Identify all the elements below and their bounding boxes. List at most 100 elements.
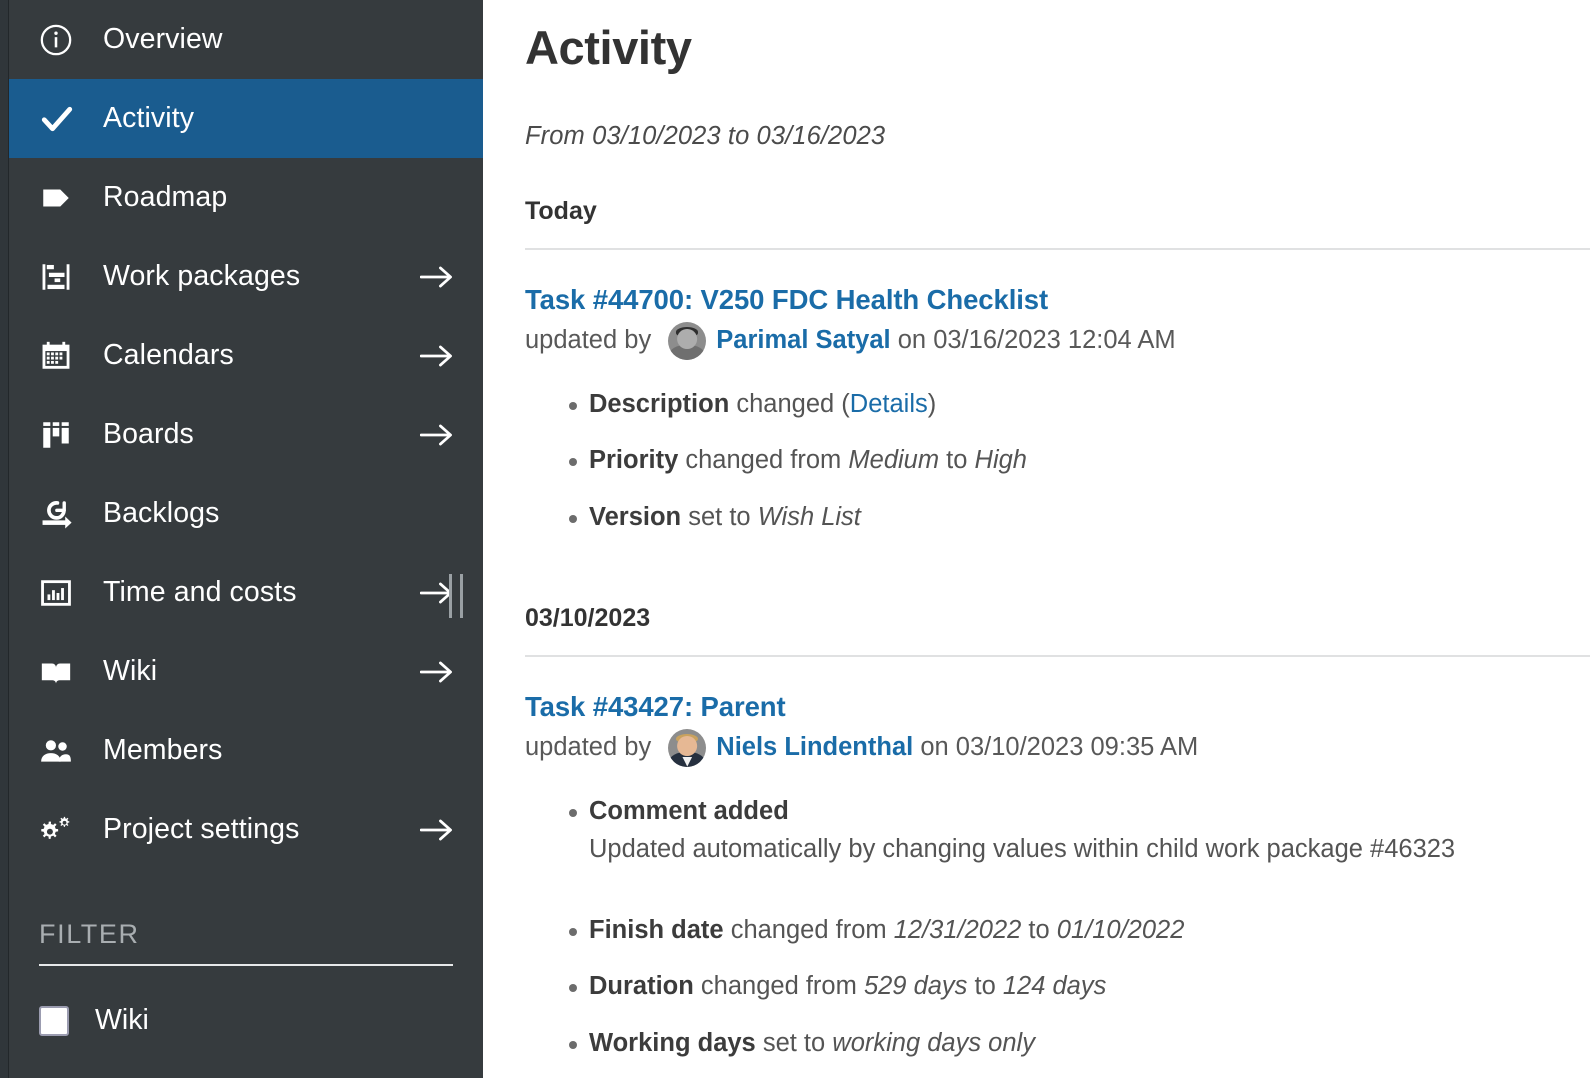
work-package-link[interactable]: Task #43427: Parent [525, 691, 786, 723]
gears-icon [39, 813, 79, 847]
change-value-to: 01/10/2022 [1057, 916, 1185, 944]
change-value-from: 12/31/2022 [894, 916, 1022, 944]
change-item: Finish date changed from 12/31/2022 to 0… [525, 914, 1590, 971]
entry-meta: updated by Parimal Satyal on 03/16/2023 … [525, 316, 1590, 360]
global-sidebar-strip [0, 0, 9, 1078]
author-link[interactable]: Niels Lindenthal [716, 732, 913, 763]
sidebar-item-overview[interactable]: Overview [9, 0, 483, 79]
sidebar-item-label: Roadmap [79, 181, 419, 214]
change-value-to: High [975, 446, 1027, 474]
sidebar-item-label: Overview [79, 23, 419, 56]
filter-option-wiki[interactable]: Wiki [39, 1004, 453, 1037]
filter-heading: FILTER [39, 919, 453, 964]
arrow-right-icon[interactable] [419, 343, 455, 369]
sidebar-resize-handle[interactable] [449, 574, 463, 618]
sidebar-item-label: Calendars [79, 339, 419, 372]
calendar-icon [39, 339, 79, 373]
avatar [668, 729, 706, 767]
sidebar-item-time-and-costs[interactable]: Time and costs [9, 553, 483, 632]
change-mid: to [967, 972, 1002, 1000]
change-attribute: Priority [589, 446, 678, 474]
arrow-right-icon[interactable] [419, 422, 455, 448]
change-attribute: Working days [589, 1029, 756, 1057]
arrow-right-icon[interactable] [419, 659, 455, 685]
sidebar-item-label: Members [79, 734, 419, 767]
sidebar-item-label: Project settings [79, 813, 419, 846]
timestamp: 03/16/2023 12:04 AM [933, 325, 1175, 356]
check-icon [39, 101, 79, 137]
app-root: Overview Activity Roadmap [0, 0, 1590, 1078]
avatar [668, 322, 706, 360]
project-sidebar: Overview Activity Roadmap [9, 0, 483, 1078]
change-attribute: Version [589, 503, 681, 531]
change-text: set to [756, 1029, 833, 1057]
change-value-to: Wish List [758, 503, 861, 531]
sidebar-item-label: Time and costs [79, 576, 419, 609]
tag-icon [39, 181, 79, 215]
change-item: Version set to Wish List [525, 501, 1590, 558]
activity-group: Today Task #44700: V250 FDC Health Check… [525, 151, 1590, 558]
checkbox-wiki[interactable] [39, 1006, 69, 1036]
sidebar-menu: Overview Activity Roadmap [9, 0, 483, 869]
activity-group: 03/10/2023 Task #43427: Parent updated b… [525, 558, 1590, 1078]
sidebar-item-wiki[interactable]: Wiki [9, 632, 483, 711]
sidebar-item-project-settings[interactable]: Project settings [9, 790, 483, 869]
change-tail: ) [928, 390, 937, 418]
change-text: changed from [724, 916, 894, 944]
sidebar-item-roadmap[interactable]: Roadmap [9, 158, 483, 237]
boards-icon [39, 418, 79, 452]
sidebar-item-work-packages[interactable]: Work packages [9, 237, 483, 316]
author-link[interactable]: Parimal Satyal [716, 325, 890, 356]
change-attribute: Comment added [589, 797, 789, 825]
on-label: on [891, 325, 934, 356]
change-attribute: Finish date [589, 916, 724, 944]
chart-icon [39, 576, 79, 610]
day-heading: Today [525, 151, 1590, 248]
change-item: Priority changed from Medium to High [525, 444, 1590, 501]
info-circle-icon [39, 23, 79, 57]
filter-option-label: Wiki [69, 1004, 149, 1037]
change-mid: to [1021, 916, 1056, 944]
sidebar-item-label: Backlogs [79, 497, 419, 530]
change-mid: to [939, 446, 974, 474]
change-text: set to [681, 503, 758, 531]
sidebar-item-label: Work packages [79, 260, 419, 293]
change-value-from: Medium [848, 446, 939, 474]
details-link[interactable]: Details [850, 390, 928, 418]
change-value-from: 529 days [864, 972, 968, 1000]
change-list: Description changed (Details) Priority c… [525, 360, 1590, 558]
activity-entry: Task #44700: V250 FDC Health Checklist u… [525, 250, 1590, 558]
updated-by-label: updated by [525, 732, 658, 763]
sidebar-item-boards[interactable]: Boards [9, 395, 483, 474]
change-list: Comment added Updated automatically by c… [525, 767, 1590, 1078]
comment-body: Updated automatically by changing values… [589, 827, 1590, 866]
sidebar-item-label: Boards [79, 418, 419, 451]
change-value-to: 124 days [1003, 972, 1107, 1000]
change-attribute: Duration [589, 972, 694, 1000]
change-value-to: working days only [832, 1029, 1035, 1057]
day-heading: 03/10/2023 [525, 558, 1590, 655]
activity-entry: Task #43427: Parent updated by Niels Lin… [525, 657, 1590, 1078]
sidebar-item-backlogs[interactable]: Backlogs [9, 474, 483, 553]
change-text: changed from [678, 446, 848, 474]
entry-meta: updated by Niels Lindenthal on 03/10/202… [525, 723, 1590, 767]
change-item: Comment added Updated automatically by c… [525, 795, 1590, 914]
change-attribute: Description [589, 390, 729, 418]
on-label: on [913, 732, 956, 763]
work-package-link[interactable]: Task #44700: V250 FDC Health Checklist [525, 284, 1048, 316]
change-item: Working days set to working days only [525, 1027, 1590, 1078]
sidebar-item-label: Wiki [79, 655, 419, 688]
updated-by-label: updated by [525, 325, 658, 356]
sidebar-filter-section: FILTER Wiki [9, 869, 483, 1037]
activity-content: Activity From 03/10/2023 to 03/16/2023 T… [483, 0, 1590, 1078]
sidebar-item-activity[interactable]: Activity [9, 79, 483, 158]
change-item: Duration changed from 529 days to 124 da… [525, 970, 1590, 1027]
people-icon [39, 734, 79, 768]
page-title: Activity [525, 0, 1590, 74]
arrow-right-icon[interactable] [419, 817, 455, 843]
arrow-right-icon[interactable] [419, 264, 455, 290]
change-text: changed from [694, 972, 864, 1000]
sidebar-item-calendars[interactable]: Calendars [9, 316, 483, 395]
change-item: Description changed (Details) [525, 388, 1590, 445]
sidebar-item-members[interactable]: Members [9, 711, 483, 790]
